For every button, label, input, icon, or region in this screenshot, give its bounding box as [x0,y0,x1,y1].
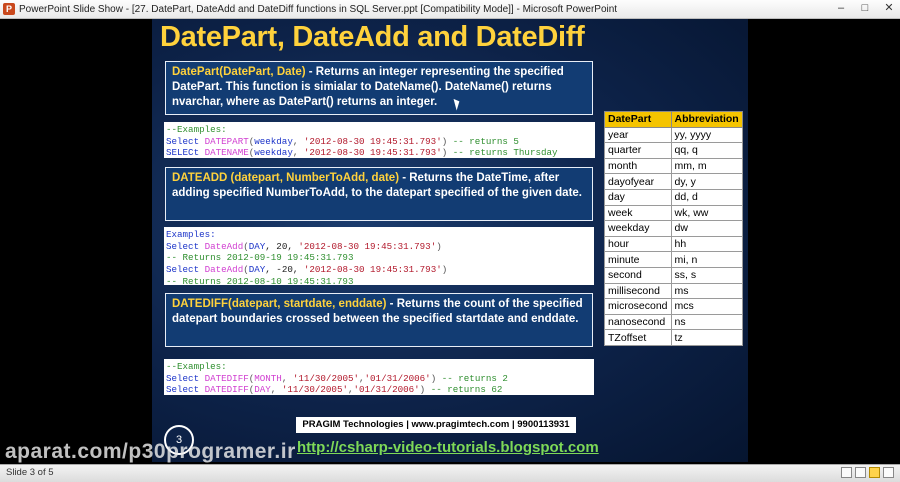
slide-sorter-view-icon[interactable] [855,467,866,478]
title-bar: P PowerPoint Slide Show - [27. DatePart,… [0,0,900,19]
datediff-definition: DATEDIFF(datepart, startdate, enddate) -… [165,293,593,347]
table-header-abbreviation: Abbreviation [670,111,743,128]
table-row: minute mi, n [604,251,743,268]
datepart-code: --Examples: Select DATEPART(weekday, '20… [164,122,595,158]
table-header-datepart: DatePart [604,111,672,128]
watermark: aparat.com/p30programer.ir [5,440,296,463]
dateadd-definition: DATEADD (datepart, NumberToAdd, date) - … [165,167,593,221]
table-row: hour hh [604,235,743,253]
maximize-icon[interactable]: □ [858,2,872,15]
table-header-row: DatePart Abbreviation [604,111,743,128]
table-row: month mm, m [604,157,743,175]
table-row: dayofyear dy, y [604,173,743,190]
datepart-abbreviation-table: DatePart Abbreviation year yy, yyyy quart… [604,111,743,346]
normal-view-icon[interactable] [841,467,852,478]
table-row: nanosecond ns [604,313,743,331]
status-bar: Slide 3 of 5 [0,464,900,482]
slideshow-view-icon[interactable] [869,467,880,478]
window-controls: – □ ✕ [834,2,896,15]
footer-credits: PRAGIM Technologies | www.pragimtech.com… [296,417,576,433]
table-row: year yy, yyyy [604,126,743,144]
slide-indicator: Slide 3 of 5 [6,467,54,478]
slide-title: DatePart, DateAdd and DateDiff [160,21,585,53]
slide[interactable]: DatePart, DateAdd and DateDiff DatePart(… [152,19,748,462]
close-icon[interactable]: ✕ [882,2,896,15]
view-buttons [841,467,894,478]
footer-url-link[interactable]: http://csharp-video-tutorials.blogspot.c… [297,439,599,456]
datediff-signature: DATEDIFF(datepart, startdate, enddate) [172,298,387,310]
powerpoint-icon: P [3,3,15,15]
minimize-icon[interactable]: – [834,2,848,15]
table-row: quarter qq, q [604,142,743,159]
dateadd-signature: DATEADD (datepart, NumberToAdd, date) [172,172,400,184]
zoom-icon[interactable] [883,467,894,478]
table-row: week wk, ww [604,204,743,222]
datediff-code: --Examples: Select DATEDIFF(MONTH, '11/3… [164,359,594,395]
slide-stage[interactable]: DatePart, DateAdd and DateDiff DatePart(… [0,19,900,462]
table-row: weekday dw [604,220,743,237]
table-row: TZoffset tz [604,329,743,346]
table-row: microsecond mcs [604,298,743,315]
window-title: PowerPoint Slide Show - [27. DatePart, D… [19,3,618,15]
datepart-definition: DatePart(DatePart, Date) - Returns an in… [165,61,593,115]
table-row: second ss, s [604,266,743,284]
datepart-signature: DatePart(DatePart, Date) [172,66,306,78]
dateadd-code: Examples: Select DateAdd(DAY, 20, '2012-… [164,227,594,285]
table-row: millisecond ms [604,282,743,300]
table-row: day dd, d [604,188,743,206]
